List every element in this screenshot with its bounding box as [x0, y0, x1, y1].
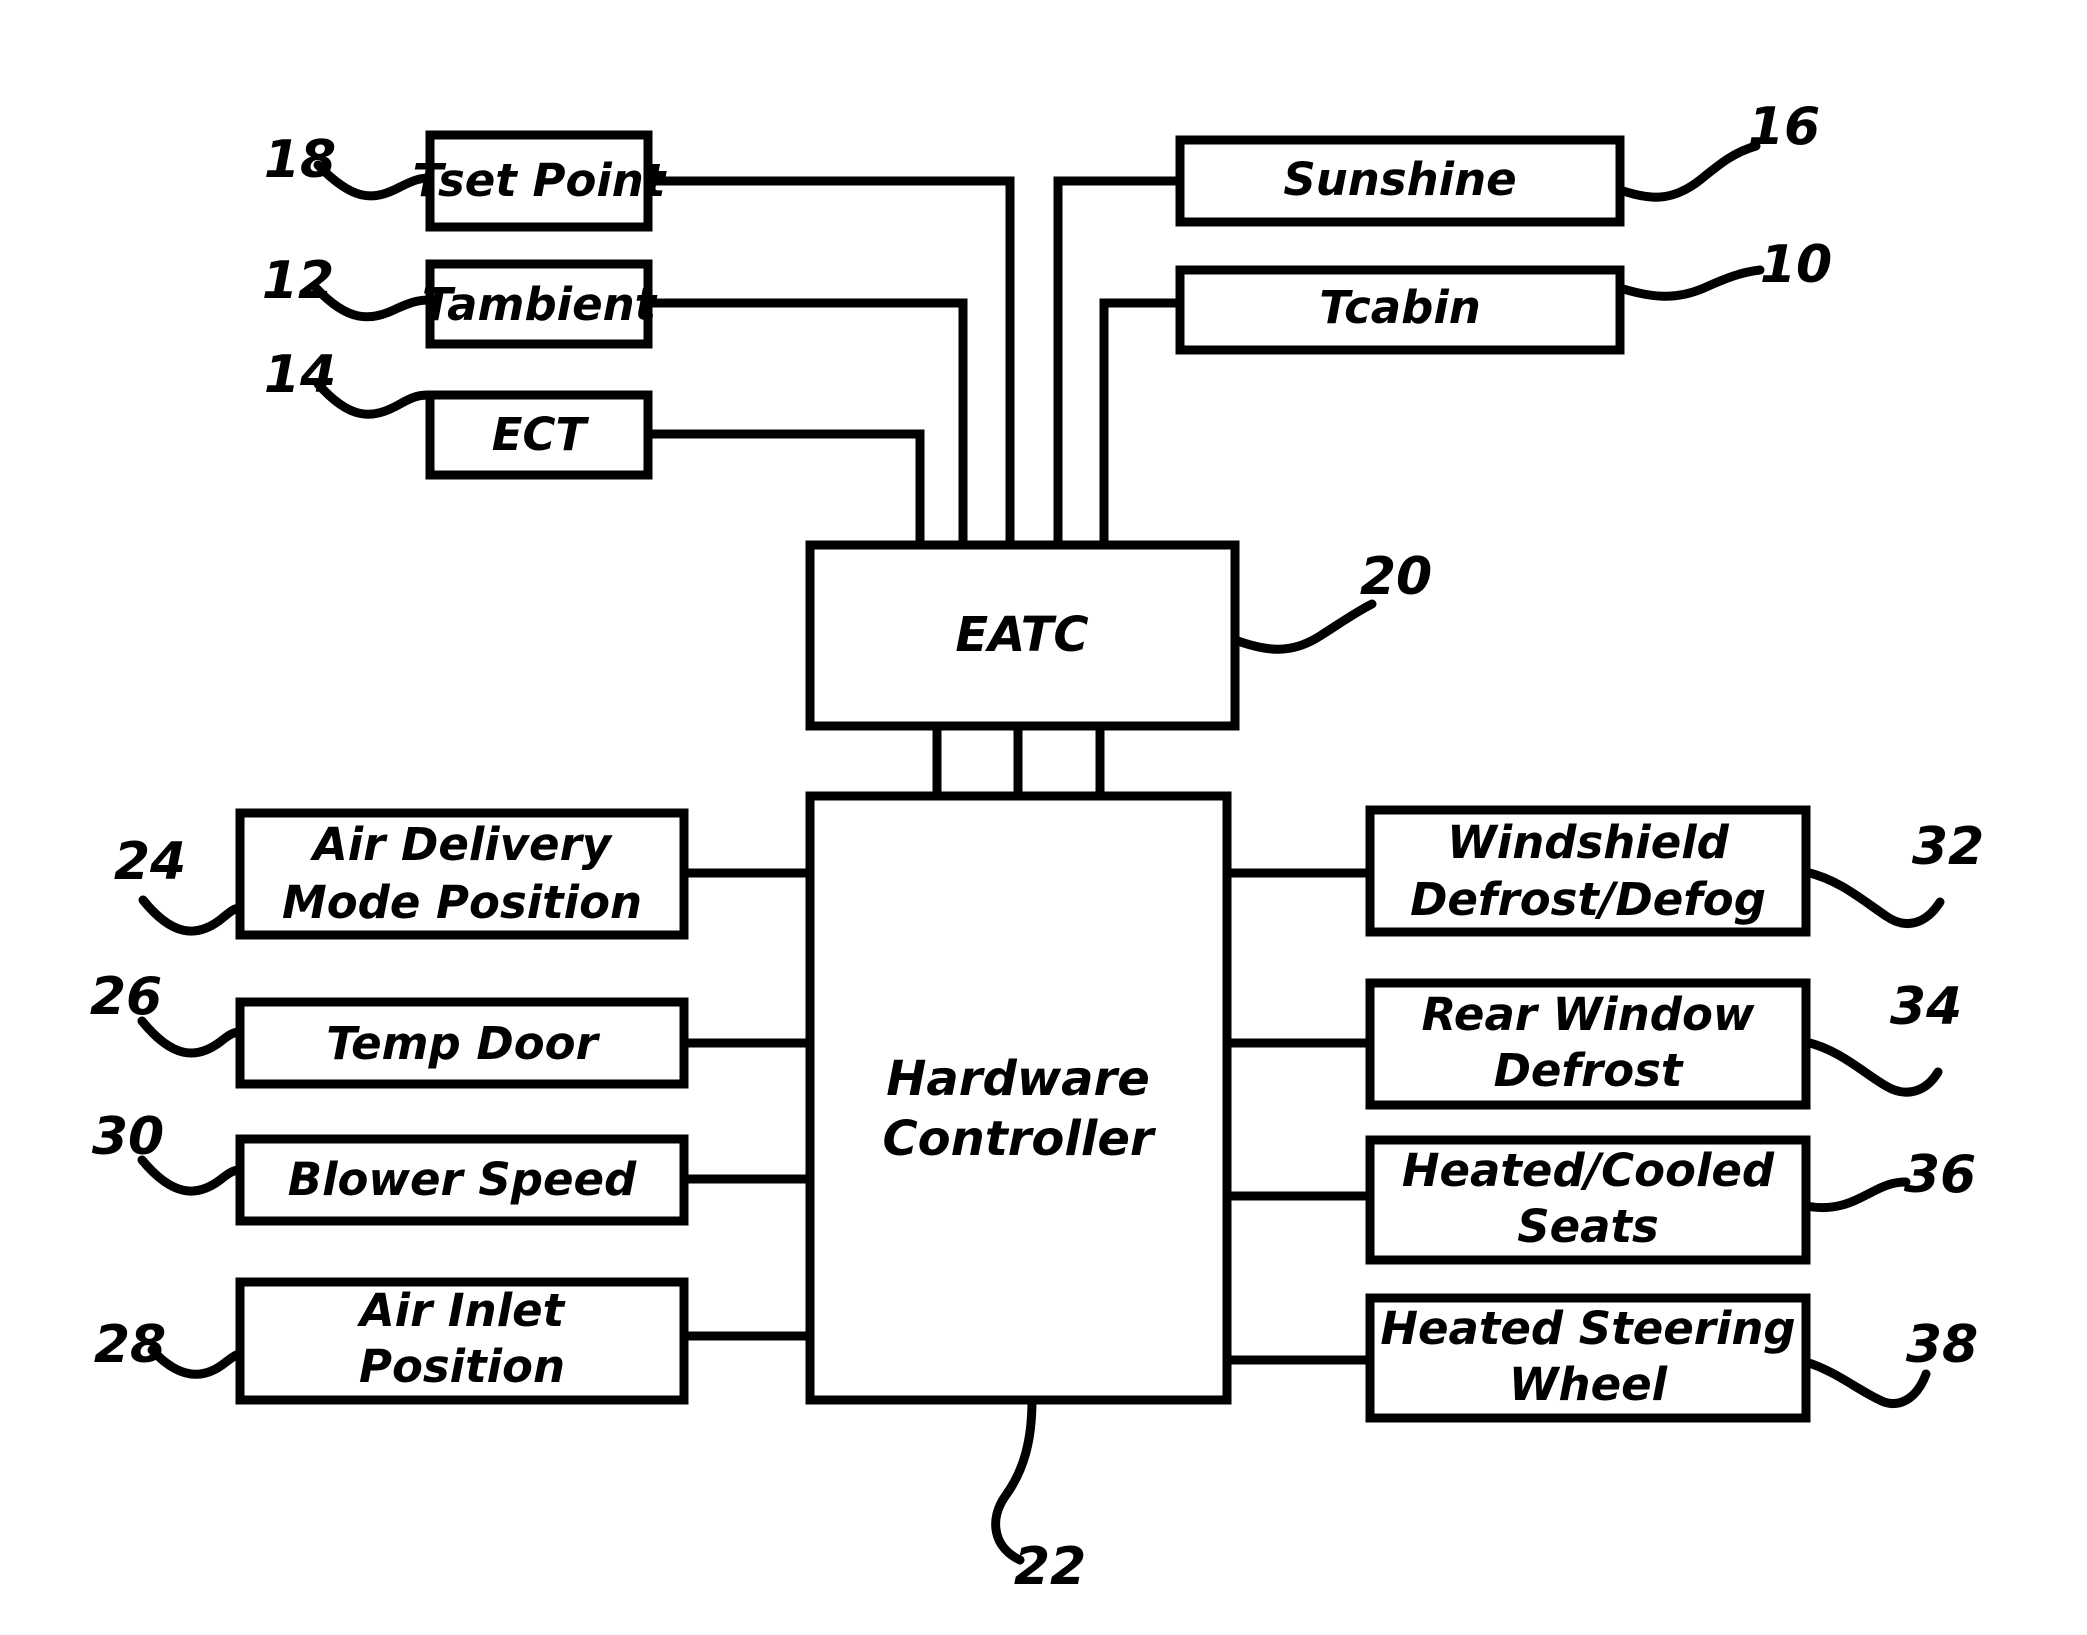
- leader-16: [1615, 141, 1761, 202]
- wire-sunshine-to-eatc: [1053, 176, 1180, 545]
- label-windshield-defrost-defog-line1: Windshield: [1447, 816, 1729, 869]
- ref-number-28: 28: [94, 1315, 166, 1375]
- block-diagram-svg: 18 12 14 16 10 20 22 24 26 30 28 32 34 3…: [90, 97, 1984, 1597]
- label-sunshine: Sunshine: [1283, 153, 1516, 206]
- label-air-delivery-mode-position-line2: Mode Position: [282, 876, 642, 929]
- label-blower-speed: Blower Speed: [288, 1153, 637, 1206]
- ref-number-18: 18: [264, 130, 336, 190]
- ref-number-14: 14: [264, 345, 336, 405]
- label-air-inlet-position-line2: Position: [359, 1340, 565, 1393]
- ref-number-16: 16: [1748, 97, 1820, 157]
- label-hardware-controller-line1: Hardware: [886, 1051, 1150, 1107]
- label-eatc: EATC: [955, 607, 1088, 663]
- wire-tset-to-eatc: [648, 176, 1015, 545]
- leader-34: [1801, 1037, 1943, 1097]
- label-heated-steering-wheel-line1: Heated Steering: [1380, 1302, 1795, 1355]
- leader-36: [1801, 1177, 1911, 1213]
- ref-number-32: 32: [1912, 817, 1984, 877]
- label-heated-cooled-seats-line2: Seats: [1517, 1200, 1659, 1253]
- label-windshield-defrost-defog-line2: Defrost/Defog: [1410, 873, 1766, 926]
- wire-tcabin-to-eatc: [1099, 298, 1180, 545]
- label-rear-window-defrost-line2: Defrost: [1494, 1044, 1684, 1097]
- label-hardware-controller-line2: Controller: [882, 1111, 1156, 1167]
- wire-ect-to-eatc: [648, 429, 925, 545]
- ref-number-38: 38: [1906, 1315, 1978, 1375]
- ref-number-26: 26: [90, 967, 162, 1027]
- label-heated-steering-wheel-line2: Wheel: [1509, 1358, 1668, 1411]
- leader-24: [138, 895, 245, 936]
- ref-number-30: 30: [92, 1107, 164, 1167]
- label-tambient: Tambient: [422, 278, 658, 331]
- ref-number-34: 34: [1890, 977, 1962, 1037]
- label-air-inlet-position-line1: Air Inlet: [357, 1284, 566, 1337]
- diagram-canvas: 18 12 14 16 10 20 22 24 26 30 28 32 34 3…: [0, 0, 2087, 1635]
- leader-20: [1230, 599, 1377, 654]
- label-rear-window-defrost-line1: Rear Window: [1422, 988, 1755, 1041]
- leader-10: [1615, 265, 1765, 301]
- label-tset-point: Tset Point: [413, 154, 667, 207]
- ref-number-10: 10: [1760, 235, 1832, 295]
- label-air-delivery-mode-position-line1: Air Delivery: [310, 818, 613, 871]
- ref-number-36: 36: [1904, 1145, 1976, 1205]
- leader-22: [991, 1395, 1037, 1565]
- label-heated-cooled-seats-line1: Heated/Cooled: [1402, 1144, 1775, 1197]
- ref-number-20: 20: [1360, 547, 1432, 607]
- label-ect: ECT: [492, 408, 590, 461]
- ref-number-12: 12: [262, 251, 334, 311]
- leader-32: [1801, 867, 1945, 928]
- label-temp-door: Temp Door: [326, 1017, 600, 1070]
- ref-number-24: 24: [114, 832, 186, 892]
- label-tcabin: Tcabin: [1319, 281, 1481, 334]
- ref-number-22: 22: [1014, 1537, 1086, 1597]
